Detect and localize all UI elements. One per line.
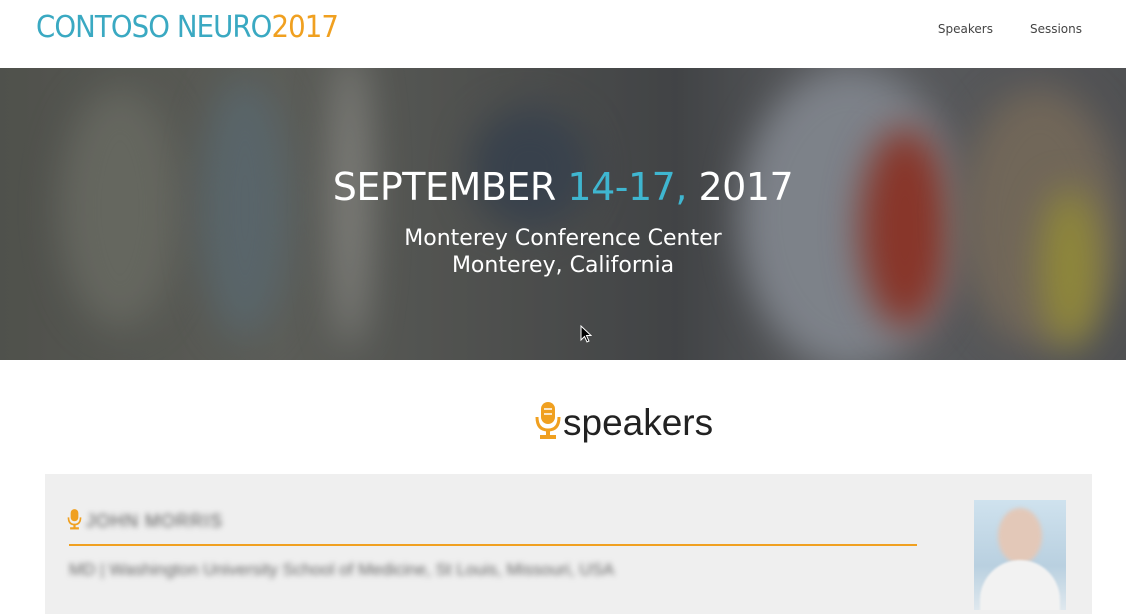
event-date: SEPTEMBER 14-17, 2017 [0, 165, 1126, 209]
event-month: SEPTEMBER [332, 165, 557, 209]
mouse-cursor-icon [580, 324, 593, 348]
speaker-name[interactable]: JOHN MORRIS [86, 511, 223, 532]
brand-name: CONTOSO NEURO [36, 10, 272, 45]
speaker-photo[interactable] [974, 500, 1066, 610]
nav-sessions-link[interactable]: Sessions [1030, 22, 1082, 36]
microphone-icon [535, 400, 561, 445]
venue-name: Monterey Conference Center [404, 226, 722, 251]
hero-banner: SEPTEMBER 14-17, 2017 Monterey Conferenc… [0, 68, 1126, 360]
speakers-title-text: speakers [563, 401, 714, 443]
main-nav: Speakers Sessions [938, 22, 1082, 36]
event-day-range: 14-17, [567, 165, 687, 209]
event-year: 2017 [698, 165, 794, 209]
venue-location: Monterey, California [451, 253, 675, 278]
speaker-affiliation: MD | Washington University School of Med… [69, 560, 615, 579]
speaker-card[interactable]: JOHN MORRIS MD | Washington University S… [45, 474, 1092, 614]
site-header: CONTOSO NEURO2017 Speakers Sessions [0, 0, 1126, 68]
speakers-heading: speakers [535, 400, 713, 445]
nav-speakers-link[interactable]: Speakers [938, 22, 993, 36]
site-logo[interactable]: CONTOSO NEURO2017 [36, 8, 339, 48]
microphone-icon [67, 508, 82, 535]
brand-year: 2017 [271, 10, 339, 45]
divider [69, 544, 917, 546]
